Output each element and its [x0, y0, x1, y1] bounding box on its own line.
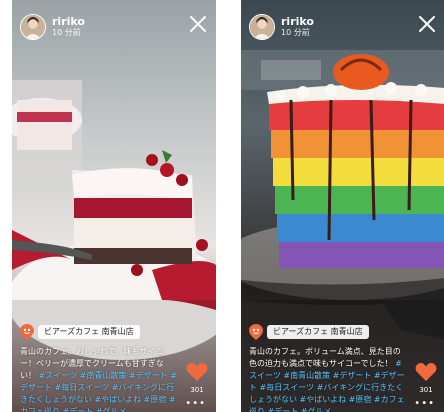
- hashtags[interactable]: #スイーツ #南青山散策 #デザート #デザート #毎日スイーツ #バイキングに…: [20, 371, 177, 412]
- shop-tag[interactable]: ビアーズカフェ 南青山店: [249, 324, 369, 340]
- shop-tag[interactable]: ビアーズカフェ 南青山店: [20, 324, 140, 340]
- avatar[interactable]: [249, 14, 275, 40]
- caption: 青山のカフェ。ボリューム満点、見た目の色の迫力も満点で味もサイコーでした！ #ス…: [249, 346, 407, 412]
- story-card-right[interactable]: ririko 10 分前 ビアーズカフェ 南青山店 青山のカフェ。ボリューム満点…: [241, 0, 444, 412]
- heart-icon[interactable]: [186, 362, 208, 382]
- story-header: ririko 10 分前: [249, 14, 437, 42]
- story-header: ririko 10 分前: [20, 14, 208, 42]
- shop-name: ビアーズカフェ 南青山店: [38, 325, 140, 339]
- shop-name: ビアーズカフェ 南青山店: [267, 325, 369, 339]
- close-icon[interactable]: [417, 14, 437, 34]
- heart-icon[interactable]: [415, 362, 437, 382]
- post-time: 10 分前: [281, 28, 310, 37]
- story-card-left[interactable]: ririko 10 分前 ビアーズカフェ 南青山店 青山のカフェ。おしゃれで、味…: [12, 0, 216, 412]
- more-options-icon[interactable]: •••: [185, 398, 206, 409]
- post-time: 10 分前: [52, 28, 81, 37]
- username[interactable]: ririko: [281, 15, 314, 28]
- like-count: 301: [190, 386, 204, 394]
- like-count: 301: [419, 386, 433, 394]
- more-options-icon[interactable]: •••: [414, 398, 435, 409]
- avatar[interactable]: [20, 14, 46, 40]
- username[interactable]: ririko: [52, 15, 85, 28]
- map-pin-icon: [20, 324, 34, 340]
- map-pin-icon: [249, 324, 263, 340]
- caption-text: 青山のカフェ。ボリューム満点、見た目の色の迫力も満点で味もサイコーでした！: [249, 347, 401, 368]
- caption: 青山のカフェ。おしゃれで、味もサイコー！ベリーが濃厚でクリームも甘すぎない！ #…: [20, 346, 178, 412]
- close-icon[interactable]: [188, 14, 208, 34]
